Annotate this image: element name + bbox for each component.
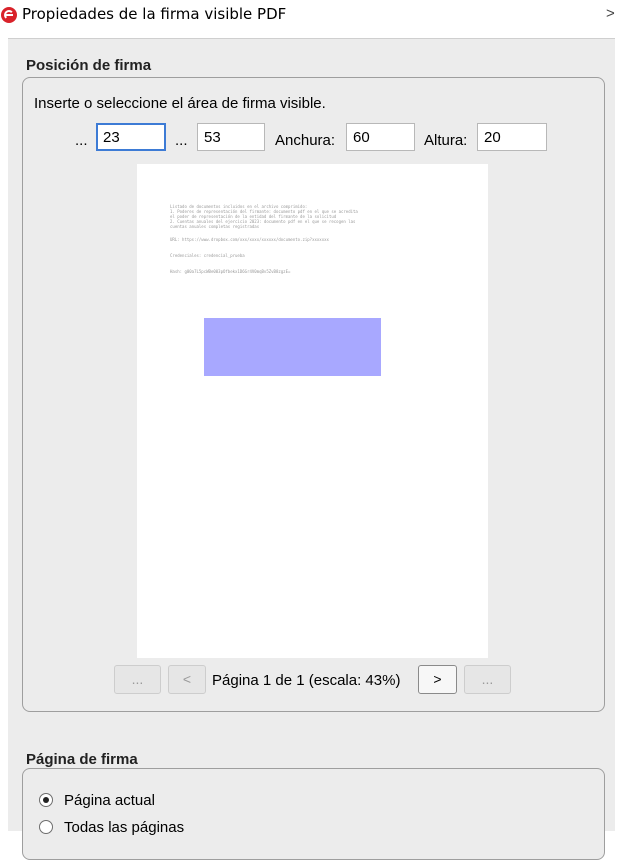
preview-line: cuentas anuales completas registradas: [170, 224, 260, 229]
signature-area-rect[interactable]: [204, 318, 381, 376]
y-label: ...: [175, 132, 188, 149]
next-page-button[interactable]: >: [418, 665, 457, 694]
chevron-right-icon[interactable]: >: [606, 5, 615, 22]
width-label: Anchura:: [275, 132, 336, 149]
page-status-label: Página 1 de 1 (escala: 43%): [212, 672, 401, 689]
height-input[interactable]: 20: [477, 123, 547, 151]
position-section-title: Posición de firma: [26, 57, 152, 74]
current-page-label: Página actual: [64, 792, 155, 809]
previous-page-button[interactable]: <: [168, 665, 206, 694]
current-page-radio[interactable]: [39, 793, 53, 807]
window-title: Propiedades de la firma visible PDF: [22, 5, 287, 23]
all-pages-radio[interactable]: [39, 820, 53, 834]
page-groupbox: [22, 768, 605, 860]
preview-line: Hash: g00a7L5pcWBe003pOfbekx1D6Gr4V0mqBv…: [170, 269, 291, 274]
all-pages-label: Todas las páginas: [64, 819, 185, 836]
preview-line: URL: https://www.dropbox.com/xxx/xxxx/xx…: [170, 237, 329, 242]
x-coordinate-input[interactable]: 23: [96, 123, 166, 151]
y-coordinate-input[interactable]: 53: [197, 123, 265, 151]
instruction-text: Inserte o seleccione el área de firma vi…: [34, 95, 326, 112]
page-section-title: Página de firma: [26, 751, 138, 768]
last-page-button[interactable]: ...: [464, 665, 511, 694]
app-logo-icon: [1, 7, 17, 23]
height-label: Altura:: [424, 132, 468, 149]
preview-line: Credenciales: credencial_prueba: [170, 253, 245, 258]
x-label: ...: [75, 132, 88, 149]
first-page-button[interactable]: ...: [114, 665, 161, 694]
width-input[interactable]: 60: [346, 123, 415, 151]
title-bar: Propiedades de la firma visible PDF >: [0, 0, 617, 36]
